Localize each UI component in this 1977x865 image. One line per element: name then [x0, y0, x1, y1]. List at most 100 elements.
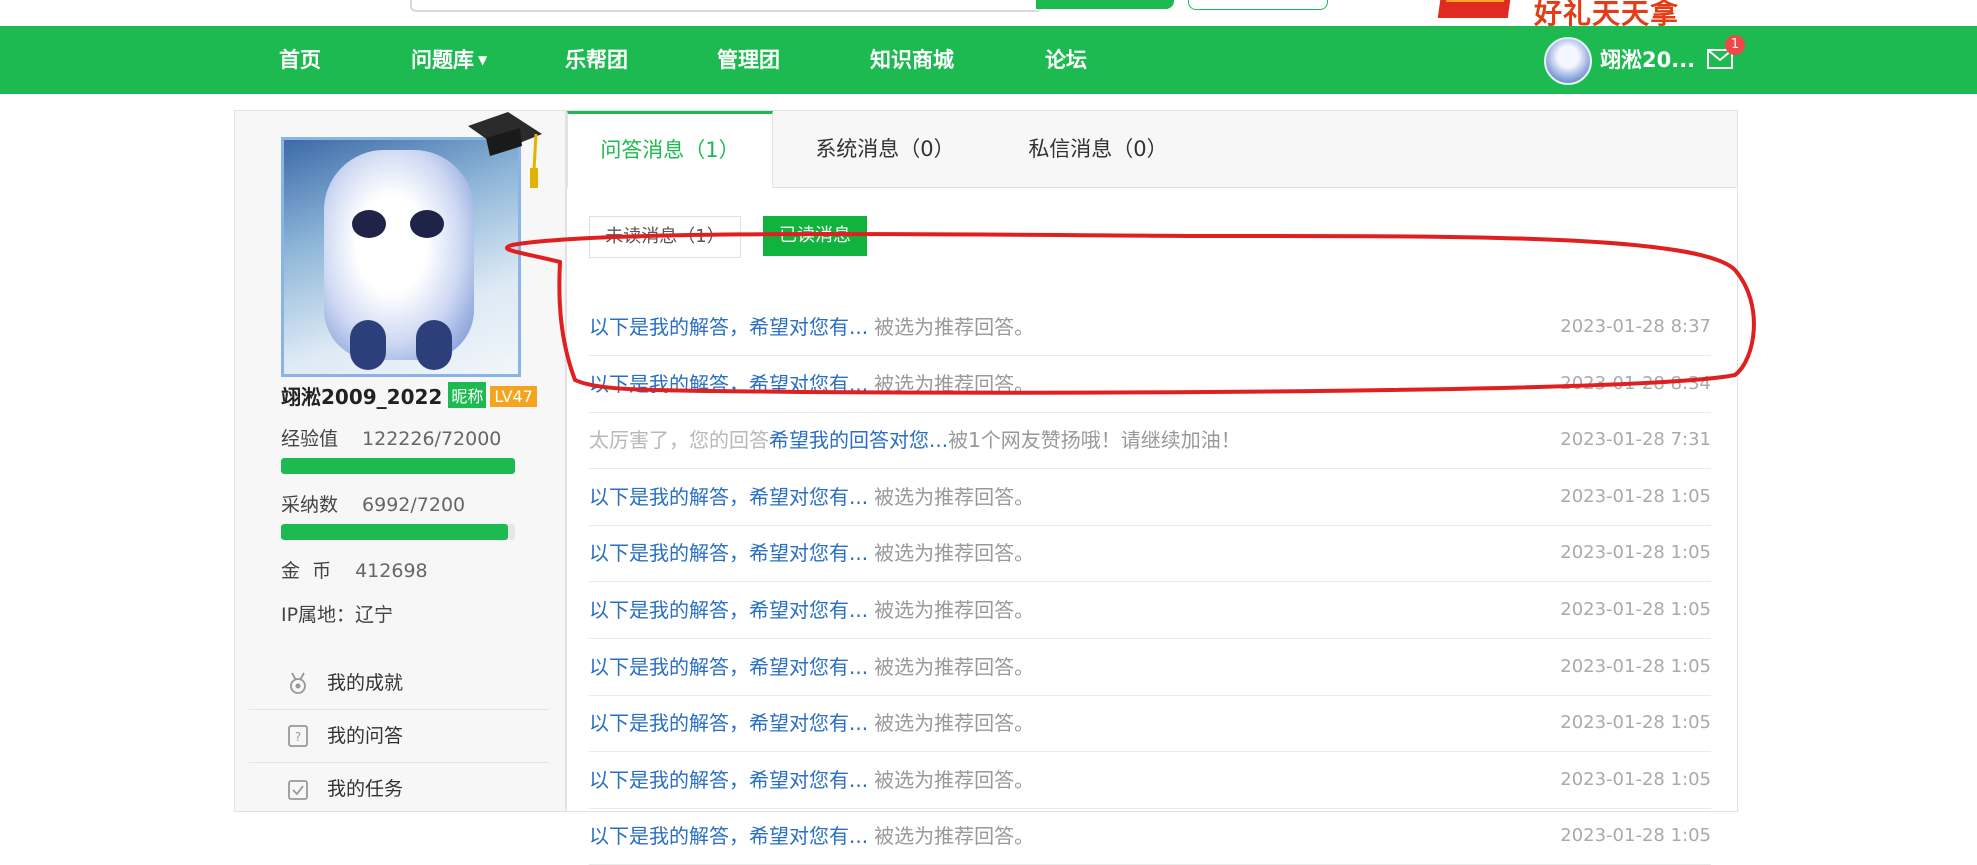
message-row: 太厉害了，您的回答希望我的回答对您...被1个网友赞扬哦！请继续加油！ 2023-…	[589, 412, 1711, 469]
notification-badge: 1	[1725, 35, 1745, 55]
avatar-image	[324, 150, 474, 370]
message-text: 被选为推荐回答。	[874, 372, 1035, 396]
avatar-eye	[352, 210, 386, 238]
message-time: 2023-01-28 8:37	[1560, 316, 1711, 337]
message-time: 2023-01-28 1:05	[1560, 712, 1711, 733]
message-row: 以下是我的解答，希望对您有... 被选为推荐回答。 2023-01-28 1:05	[589, 752, 1711, 809]
message-link[interactable]: 以下是我的解答，希望对您有...	[589, 824, 868, 848]
message-time: 2023-01-28 1:05	[1560, 542, 1711, 563]
chevron-down-icon: ▼	[478, 53, 488, 67]
message-time: 2023-01-28 7:31	[1560, 429, 1711, 450]
message-link[interactable]: 希望我的回答对您...	[769, 428, 948, 452]
message-link[interactable]: 以下是我的解答，希望对您有...	[589, 711, 868, 735]
message-tabs: 问答消息（1） 系统消息（0） 私信消息（0）	[567, 111, 1737, 188]
nav-username[interactable]: 翊淞20...	[1600, 26, 1695, 94]
message-link[interactable]: 以下是我的解答，希望对您有...	[589, 315, 868, 339]
exp-progress-bar	[281, 458, 515, 474]
sidebar-item-achievements[interactable]: 我的成就	[249, 657, 549, 710]
message-link[interactable]: 以下是我的解答，希望对您有...	[589, 598, 868, 622]
level-badge: LV47	[490, 386, 537, 407]
message-link[interactable]: 以下是我的解答，希望对您有...	[589, 655, 868, 679]
sidebar-item-label: 我的成就	[327, 672, 404, 694]
header-button[interactable]	[1188, 0, 1328, 10]
adopt-progress-bar	[281, 524, 515, 540]
qa-icon: ?	[288, 725, 308, 747]
top-header: 好礼天天拿	[0, 0, 1977, 26]
nickname-badge: 昵称	[448, 382, 487, 408]
message-time: 2023-01-28 1:05	[1560, 825, 1711, 846]
promo-banner-text[interactable]: 好礼天天拿	[1534, 0, 1679, 26]
message-text: 被选为推荐回答。	[874, 485, 1035, 509]
message-text: 被选为推荐回答。	[874, 315, 1035, 339]
nav-item-home[interactable]: 首页	[279, 26, 321, 94]
profile-sidebar: 翊淞2009_2022 昵称 LV47 经验值 122226/72000 采纳数 699…	[234, 110, 566, 812]
sidebar-item-my-qa[interactable]: ? 我的问答	[249, 710, 549, 763]
message-row: 以下是我的解答，希望对您有... 被选为推荐回答。 2023-01-28 1:05	[589, 469, 1711, 526]
coin-value: 412698	[355, 560, 428, 582]
message-text: 被选为推荐回答。	[874, 655, 1035, 679]
coin-row: 金 币 412698	[281, 556, 428, 583]
nav-item-forum[interactable]: 论坛	[1045, 26, 1087, 94]
message-link[interactable]: 以下是我的解答，希望对您有...	[589, 372, 868, 396]
nav-item-question-bank[interactable]: 问题库 ▼	[411, 26, 487, 94]
profile-username-row: 翊淞2009_2022 昵称 LV47	[281, 381, 537, 410]
exp-row: 经验值 122226/72000	[281, 424, 501, 451]
message-row: 以下是我的解答，希望对您有... 被选为推荐回答。 2023-01-28 1:05	[589, 639, 1711, 696]
message-row: 以下是我的解答，希望对您有... 被选为推荐回答。 2023-01-28 1:05	[589, 525, 1711, 582]
coin-label: 金 币	[281, 560, 332, 582]
task-icon	[288, 780, 308, 800]
graduation-cap-icon	[468, 112, 542, 188]
message-time: 2023-01-28 8:34	[1560, 373, 1711, 394]
message-row: 以下是我的解答，希望对您有... 被选为推荐回答。 2023-01-28 8:37	[589, 299, 1711, 356]
tab-private-messages[interactable]: 私信消息（0）	[993, 111, 1203, 187]
message-text: 被1个网友赞扬哦！请继续加油！	[948, 428, 1241, 452]
message-text: 被选为推荐回答。	[874, 711, 1035, 735]
nav-item-label: 问题库	[411, 48, 474, 72]
sidebar-item-my-tasks[interactable]: 我的任务	[249, 763, 549, 815]
messages-panel: 问答消息（1） 系统消息（0） 私信消息（0） 未读消息（1） 已读消息 以下是…	[566, 110, 1738, 865]
message-prefix: 太厉害了，您的回答	[589, 428, 769, 452]
tab-qa-messages[interactable]: 问答消息（1）	[567, 111, 773, 188]
medal-icon	[290, 672, 306, 694]
main-nav: 首页 问题库 ▼ 乐帮团 管理团 知识商城 论坛 翊淞20... 1	[0, 26, 1977, 94]
profile-username: 翊淞2009_2022	[281, 385, 443, 409]
adopt-progress-fill	[281, 524, 509, 540]
ip-location: IP属地：辽宁	[281, 604, 394, 626]
message-row: 以下是我的解答，希望对您有... 被选为推荐回答。 2023-01-28 1:05	[589, 808, 1711, 865]
adopt-value: 6992/7200	[362, 494, 466, 516]
message-link[interactable]: 以下是我的解答，希望对您有...	[589, 768, 868, 792]
avatar[interactable]	[1544, 37, 1592, 85]
avatar-eye	[410, 210, 444, 238]
tab-system-messages[interactable]: 系统消息（0）	[785, 111, 985, 187]
search-button[interactable]	[1036, 0, 1174, 9]
nav-item-admin-team[interactable]: 管理团	[717, 26, 780, 94]
message-time: 2023-01-28 1:05	[1560, 656, 1711, 677]
exp-progress-fill	[281, 458, 515, 474]
message-text: 被选为推荐回答。	[874, 598, 1035, 622]
avatar-leg	[350, 320, 386, 370]
message-link[interactable]: 以下是我的解答，希望对您有...	[589, 485, 868, 509]
sidebar-item-label: 我的问答	[327, 725, 404, 747]
adopt-label: 采纳数	[281, 494, 339, 516]
sidebar-item-label: 我的任务	[327, 778, 404, 800]
message-row: 以下是我的解答，希望对您有... 被选为推荐回答。 2023-01-28 8:34	[589, 356, 1711, 413]
exp-value: 122226/72000	[362, 428, 502, 450]
message-time: 2023-01-28 1:05	[1560, 486, 1711, 507]
svg-text:?: ?	[295, 730, 301, 744]
exp-label: 经验值	[281, 428, 339, 450]
message-link[interactable]: 以下是我的解答，希望对您有...	[589, 541, 868, 565]
message-time: 2023-01-28 1:05	[1560, 599, 1711, 620]
nav-item-help-team[interactable]: 乐帮团	[565, 26, 628, 94]
message-text: 被选为推荐回答。	[874, 768, 1035, 792]
unread-filter-button[interactable]: 未读消息（1）	[589, 216, 741, 258]
message-row: 以下是我的解答，希望对您有... 被选为推荐回答。 2023-01-28 1:05	[589, 582, 1711, 639]
message-text: 被选为推荐回答。	[874, 541, 1035, 565]
search-input[interactable]	[410, 0, 1042, 12]
avatar-leg	[416, 320, 452, 370]
read-filter-button[interactable]: 已读消息	[763, 216, 867, 256]
message-text: 被选为推荐回答。	[874, 824, 1035, 848]
nav-item-knowledge-mall[interactable]: 知识商城	[870, 26, 954, 94]
gift-icon[interactable]	[1437, 0, 1513, 18]
message-row: 以下是我的解答，希望对您有... 被选为推荐回答。 2023-01-28 1:05	[589, 695, 1711, 752]
adopt-row: 采纳数 6992/7200	[281, 490, 465, 517]
